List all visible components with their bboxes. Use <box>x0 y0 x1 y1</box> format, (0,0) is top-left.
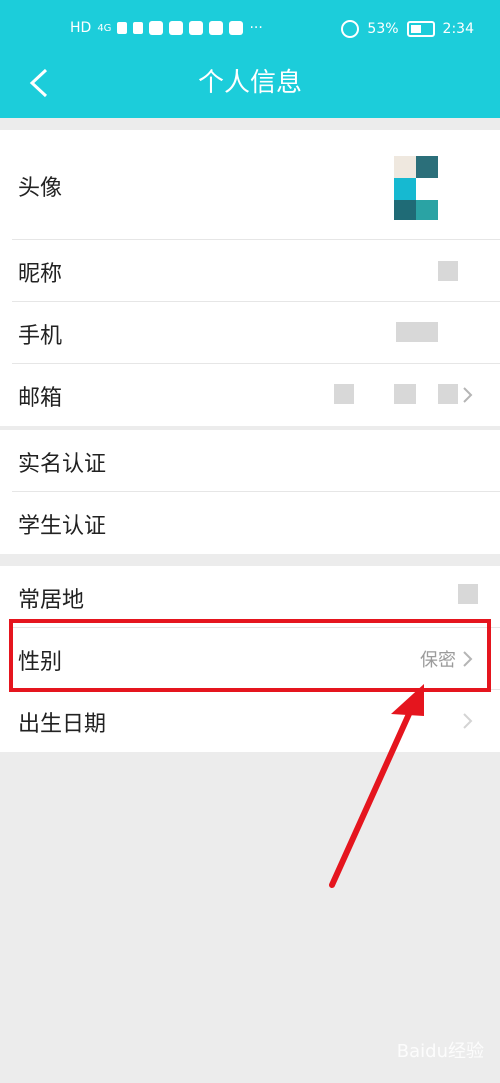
chevron-right-icon <box>462 385 474 405</box>
phone-row[interactable]: 手机 <box>0 302 500 364</box>
email-label: 邮箱 <box>18 386 63 411</box>
avatar-row[interactable]: 头像 <box>0 130 500 240</box>
verification-group: 实名认证 学生认证 <box>0 430 500 554</box>
more-notifications: ··· <box>249 20 263 36</box>
page-title: 个人信息 <box>197 68 302 98</box>
wifi-icon <box>133 22 144 34</box>
watermark: Baidu经验 <box>396 1041 484 1062</box>
residence-value-blurred <box>458 584 478 604</box>
network-indicator: 4G <box>97 22 112 34</box>
alarm-icon <box>341 20 360 38</box>
student-verification-row[interactable]: 学生认证 <box>0 492 500 554</box>
app-header: HD 4G ··· 53% 2:34 个人信息 <box>0 0 500 118</box>
email-value-blurred <box>334 384 354 404</box>
realname-label: 实名认证 <box>18 452 107 477</box>
email-value-blurred <box>394 384 416 404</box>
hd-indicator: HD <box>70 20 92 36</box>
clock: 2:34 <box>442 21 474 37</box>
email-row[interactable]: 邮箱 <box>0 364 500 426</box>
nickname-label: 昵称 <box>18 262 63 287</box>
phone-value-blurred <box>396 322 438 342</box>
phone-label: 手机 <box>18 324 63 349</box>
avatar-label: 头像 <box>18 176 63 201</box>
highlight-box <box>9 619 491 692</box>
battery-percent: 53% <box>367 21 399 37</box>
birthday-row[interactable]: 出生日期 <box>0 690 500 752</box>
chevron-right-icon <box>462 711 474 731</box>
battery-icon <box>406 21 435 37</box>
status-bar: HD 4G ··· 53% 2:34 <box>0 0 500 56</box>
account-info-group: 头像 昵称 手机 邮箱 <box>0 130 500 426</box>
qq-icon <box>189 21 204 35</box>
signal-icon <box>117 22 128 34</box>
app-notification-icon <box>169 21 184 35</box>
realname-verification-row[interactable]: 实名认证 <box>0 430 500 492</box>
student-label: 学生认证 <box>18 514 107 539</box>
nickname-row[interactable]: 昵称 <box>0 240 500 302</box>
app-notification-icon <box>209 21 224 35</box>
residence-label: 常居地 <box>18 588 85 613</box>
app-notification-icon <box>149 21 164 35</box>
app-notification-icon <box>229 21 244 35</box>
nickname-value-blurred <box>438 261 458 281</box>
email-value-blurred <box>438 384 458 404</box>
birthday-label: 出生日期 <box>18 712 107 737</box>
avatar[interactable] <box>394 156 440 220</box>
